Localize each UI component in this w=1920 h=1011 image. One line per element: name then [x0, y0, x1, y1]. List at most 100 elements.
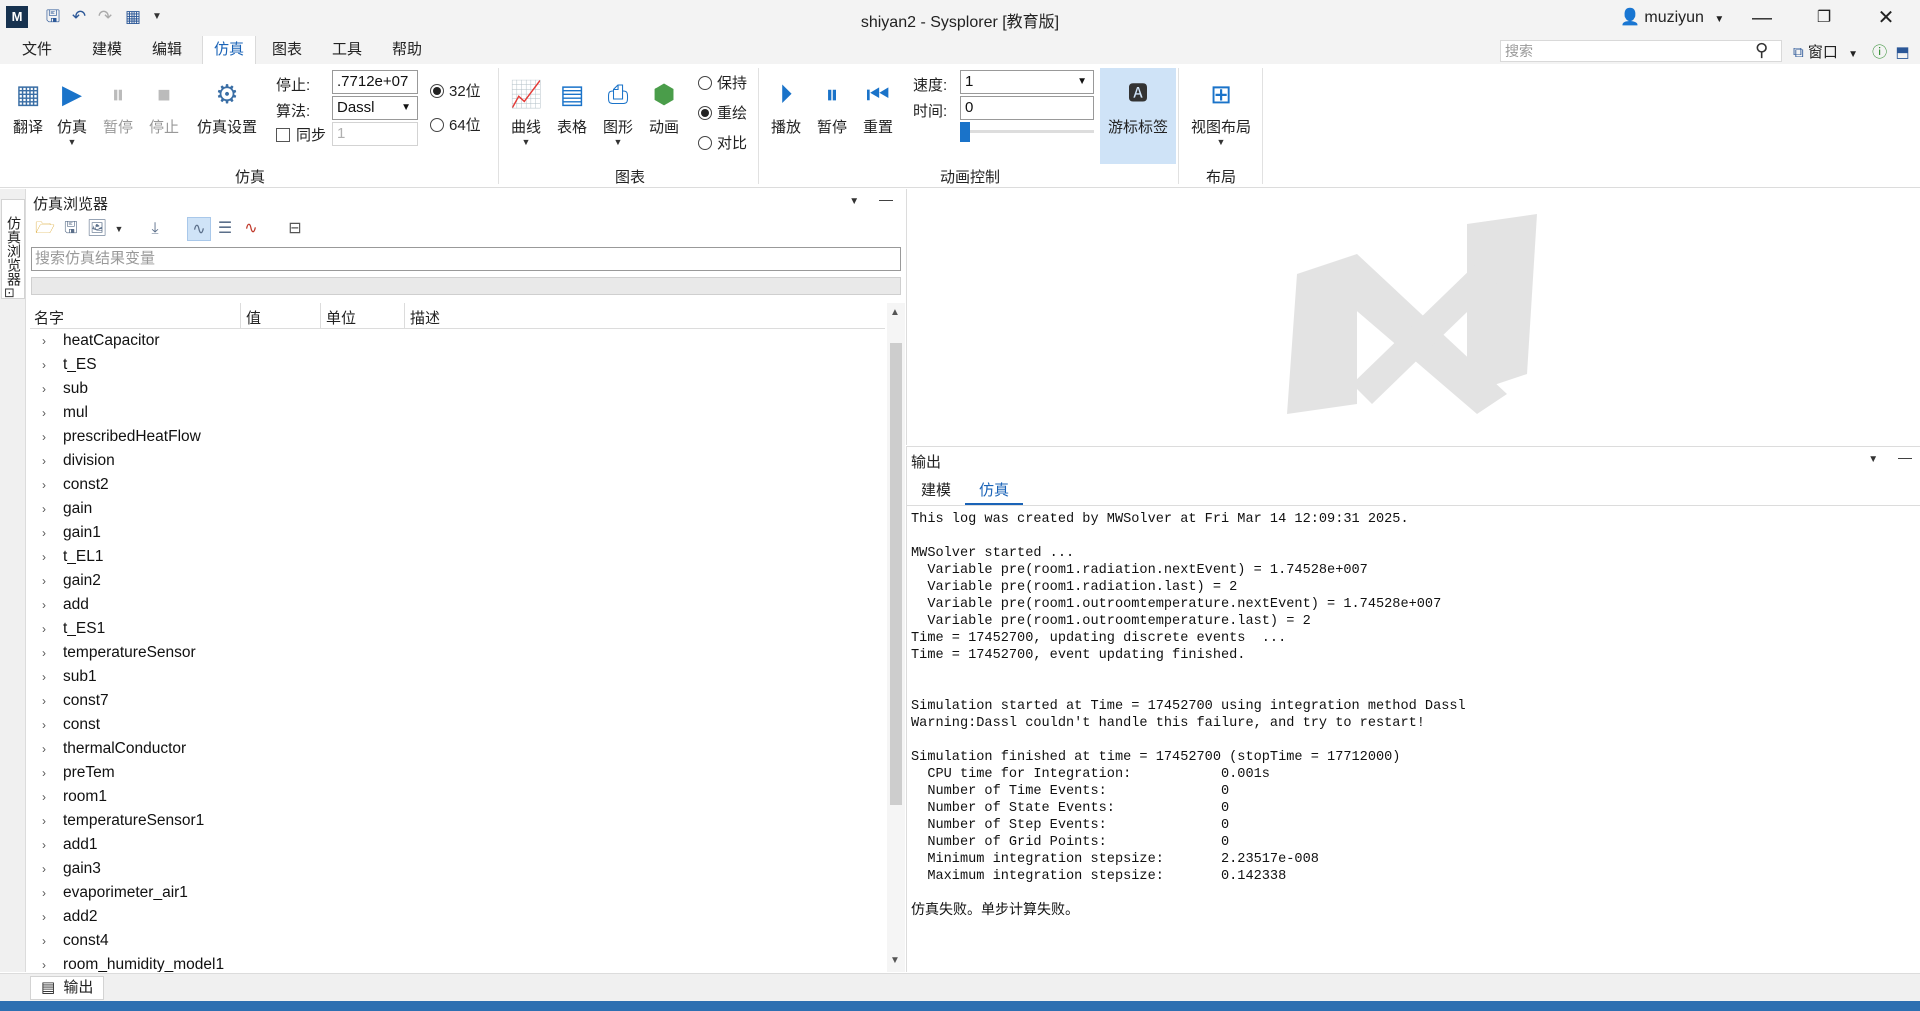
chevron-right-icon[interactable]: › [42, 905, 46, 929]
column-divider[interactable] [320, 303, 321, 329]
chevron-right-icon[interactable]: › [42, 785, 46, 809]
close-button[interactable]: ✕ [1857, 0, 1915, 36]
sync-check[interactable] [276, 128, 290, 142]
tree-row[interactable]: › room1 [30, 785, 885, 809]
reset-anim-button[interactable]: ⏮ 重置 [858, 78, 898, 137]
save-icon[interactable]: 🖫 [59, 217, 83, 241]
chevron-right-icon[interactable]: › [42, 521, 46, 545]
chevron-down-icon[interactable]: ▼ [146, 6, 168, 28]
chevron-right-icon[interactable]: › [42, 497, 46, 521]
redo-icon[interactable]: ↷ [94, 6, 116, 28]
side-tab-sim-browser[interactable]: 仿真浏览器 [1, 199, 25, 299]
tree-row[interactable]: › division [30, 449, 885, 473]
import-icon[interactable]: ⤓ [143, 217, 167, 241]
table-button[interactable]: ▤ 表格 [552, 78, 592, 137]
open-folder-icon[interactable]: 🗁 [33, 217, 57, 241]
tree-row[interactable]: › heatCapacitor [30, 329, 885, 353]
menu-help[interactable]: 帮助 [384, 36, 430, 64]
pause-sim-button[interactable]: ⏸ 暂停 [98, 78, 138, 137]
tree-row[interactable]: › mul [30, 401, 885, 425]
chevron-right-icon[interactable]: › [42, 833, 46, 857]
chevron-down-icon[interactable]: ▼ [1868, 454, 1878, 465]
tree-row[interactable]: › temperatureSensor1 [30, 809, 885, 833]
column-divider[interactable] [240, 303, 241, 329]
customize-toolbar-icon[interactable]: ▦ [122, 6, 144, 28]
chevron-right-icon[interactable]: › [42, 929, 46, 953]
tree-row[interactable]: › add1 [30, 833, 885, 857]
menu-simulation[interactable]: 仿真 [202, 36, 256, 64]
graphic-button[interactable]: ⎙ 图形 ▼ [598, 78, 638, 147]
minimize-panel-icon[interactable]: — [879, 191, 893, 207]
scroll-up-icon[interactable]: ▲ [890, 307, 900, 318]
radio-redraw[interactable]: 重绘 [698, 102, 747, 123]
column-description[interactable]: 描述 [410, 307, 440, 328]
chevron-right-icon[interactable]: › [42, 857, 46, 881]
tree-row[interactable]: › room_humidity_model1 [30, 953, 885, 972]
chevron-right-icon[interactable]: › [42, 617, 46, 641]
tree-row[interactable]: › thermalConductor [30, 737, 885, 761]
column-unit[interactable]: 单位 [326, 307, 356, 328]
curve-mode-icon[interactable]: ∿ [187, 217, 211, 241]
sync-value-input[interactable]: 1 [332, 122, 418, 146]
chevron-right-icon[interactable]: › [42, 593, 46, 617]
tree-row[interactable]: › preTem [30, 761, 885, 785]
tree-row[interactable]: › evaporimeter_air1 [30, 881, 885, 905]
tree-row[interactable]: › gain1 [30, 521, 885, 545]
wave-icon[interactable]: ∿ [239, 217, 263, 241]
menu-charts[interactable]: 图表 [264, 36, 310, 64]
chevron-right-icon[interactable]: › [42, 713, 46, 737]
stop-sim-button[interactable]: ⏹ 停止 [144, 78, 184, 137]
global-search-input[interactable]: 搜索 [1500, 40, 1782, 62]
translate-button[interactable]: ▦ 翻译 [8, 78, 48, 137]
tab-modeling[interactable]: 建模 [907, 479, 965, 505]
sync-checkbox[interactable]: 同步 [276, 124, 326, 145]
tree-row[interactable]: › gain2 [30, 569, 885, 593]
tree-row[interactable]: › prescribedHeatFlow [30, 425, 885, 449]
tree-row[interactable]: › t_ES1 [30, 617, 885, 641]
chevron-right-icon[interactable]: › [42, 761, 46, 785]
speed-select[interactable]: 1 ▼ [960, 70, 1094, 94]
scrollbar-thumb[interactable] [890, 343, 902, 805]
search-icon[interactable]: ⚲ [1755, 40, 1768, 61]
radio-keep[interactable]: 保持 [698, 72, 747, 93]
time-slider-handle[interactable] [960, 122, 970, 142]
expand-icon[interactable]: ⬒ [1895, 44, 1909, 61]
chevron-down-icon[interactable]: ▼ [849, 196, 859, 207]
minimize-panel-icon[interactable]: — [1898, 449, 1912, 465]
column-name[interactable]: 名字 [34, 307, 64, 328]
view-layout-button[interactable]: ⊞ 视图布局 ▼ [1186, 78, 1256, 147]
tree-row[interactable]: › temperatureSensor [30, 641, 885, 665]
chevron-right-icon[interactable]: › [42, 569, 46, 593]
chevron-right-icon[interactable]: › [42, 329, 46, 353]
tree-row[interactable]: › sub [30, 377, 885, 401]
radio-64bit[interactable]: 64位 [430, 114, 481, 135]
tree-scrollbar[interactable]: ▲ ▼ [887, 303, 905, 972]
radio-32bit[interactable]: 32位 [430, 80, 481, 101]
time-input[interactable]: 0 [960, 96, 1094, 120]
simulate-button[interactable]: ▶ 仿真 ▼ [52, 78, 92, 147]
user-menu[interactable]: 👤 muziyun ▼ [1620, 7, 1724, 27]
menu-modeling[interactable]: 建模 [84, 36, 130, 64]
tree-row[interactable]: › const7 [30, 689, 885, 713]
chevron-down-icon[interactable]: ▼ [107, 217, 131, 241]
help-icon[interactable]: ⓘ [1872, 44, 1887, 61]
export-image-icon[interactable]: 🖼 [85, 217, 109, 241]
window-menu[interactable]: ⧉ 窗口 ▼ ⓘ ⬒ [1793, 41, 1910, 62]
list-filter-icon[interactable]: ☰ [213, 217, 237, 241]
restore-button[interactable]: ❐ [1795, 0, 1853, 36]
undo-icon[interactable]: ↶ [68, 6, 90, 28]
chevron-right-icon[interactable]: › [42, 689, 46, 713]
tree-row[interactable]: › gain [30, 497, 885, 521]
chevron-right-icon[interactable]: › [42, 545, 46, 569]
chevron-right-icon[interactable]: › [42, 881, 46, 905]
tab-simulation[interactable]: 仿真 [965, 479, 1024, 505]
tree-row[interactable]: › const4 [30, 929, 885, 953]
tree-row[interactable]: › t_EL1 [30, 545, 885, 569]
chevron-right-icon[interactable]: › [42, 953, 46, 972]
save-icon[interactable]: 🖫 [42, 6, 64, 28]
chevron-right-icon[interactable]: › [42, 377, 46, 401]
tree-row[interactable]: › t_ES [30, 353, 885, 377]
chevron-right-icon[interactable]: › [42, 665, 46, 689]
menu-edit[interactable]: 编辑 [144, 36, 190, 64]
chevron-right-icon[interactable]: › [42, 353, 46, 377]
